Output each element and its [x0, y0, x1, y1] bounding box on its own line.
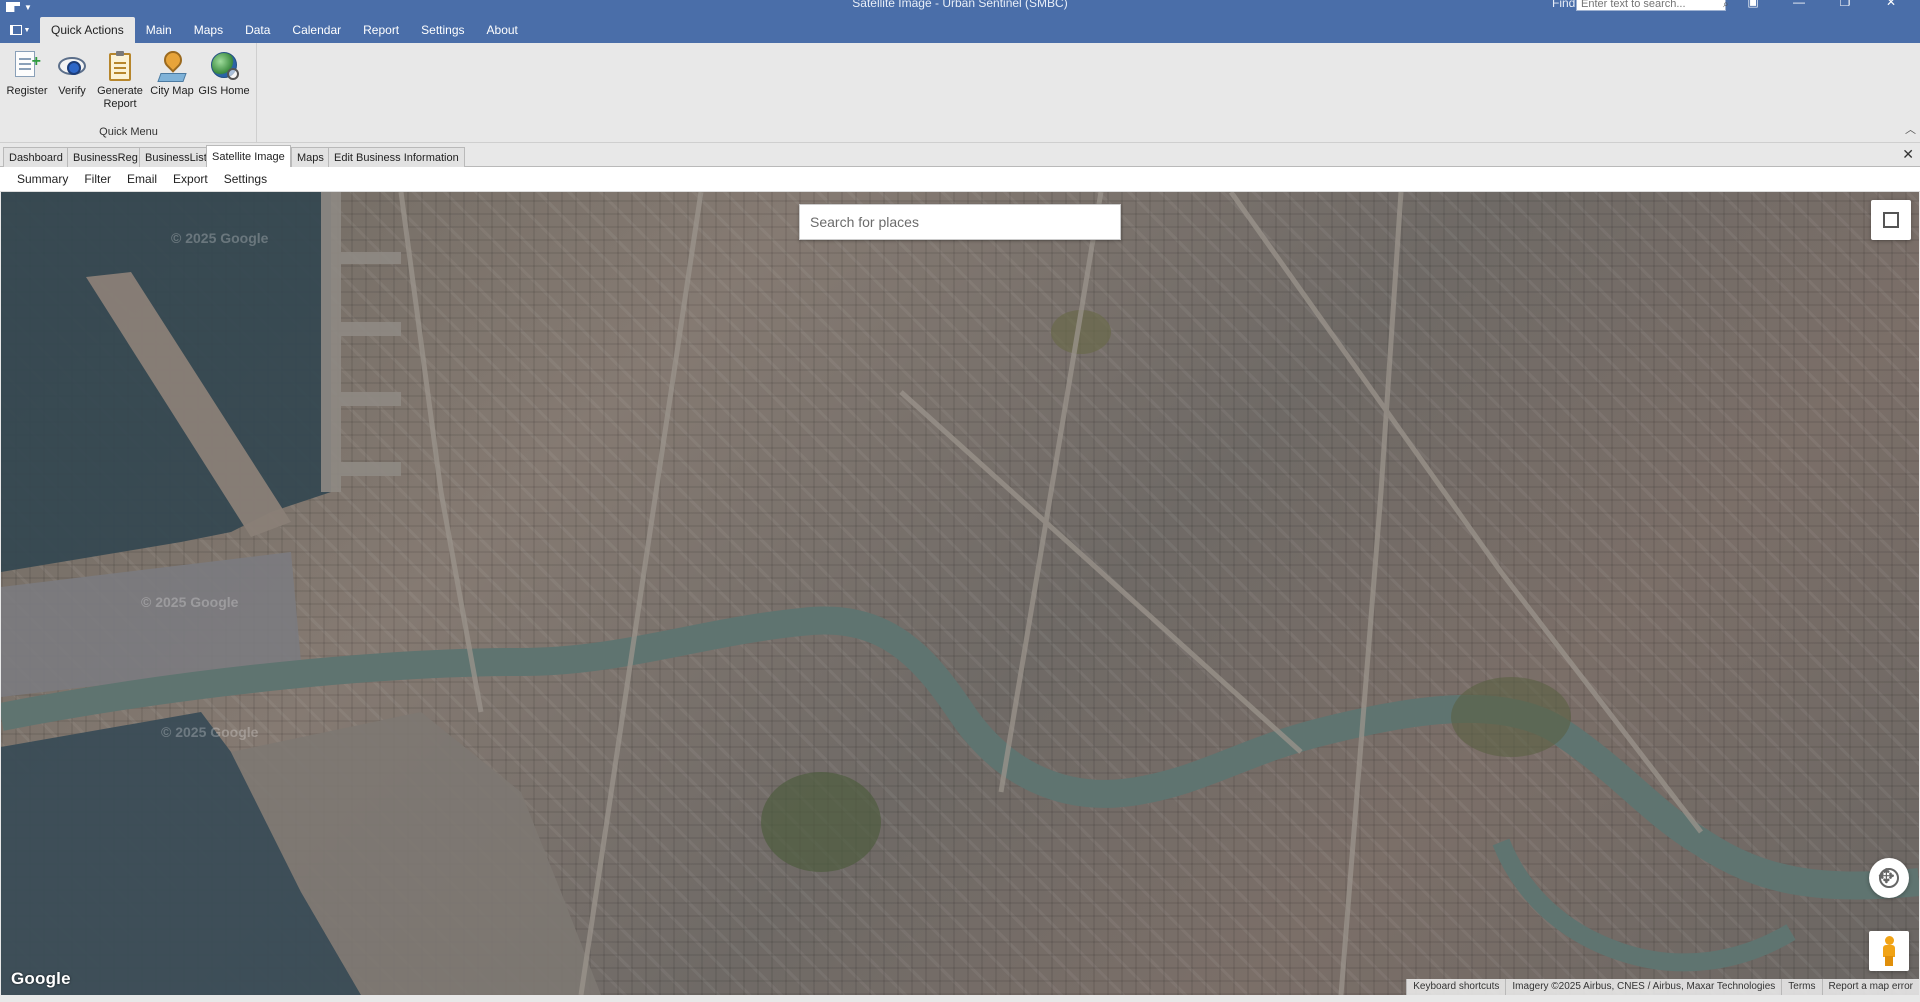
document-tabs: Dashboard BusinessReg BusinessList Satel… [0, 144, 1920, 168]
close-window-button[interactable]: ✕ [1868, 0, 1914, 10]
generate-report-button[interactable]: Generate Report [94, 49, 146, 111]
app-menu[interactable]: ▼ [6, 0, 42, 14]
quick-menu-group: + Register Verify Generate Report City M… [0, 43, 257, 143]
collapse-ribbon-icon[interactable]: ︿ [1905, 121, 1916, 137]
report-map-error-link[interactable]: Report a map error [1821, 979, 1919, 995]
settings-button[interactable]: Settings [216, 172, 275, 186]
quick-access-dropdown-icon[interactable]: ▼ [24, 3, 32, 12]
fullscreen-button[interactable] [1871, 200, 1911, 240]
google-logo: Google [11, 969, 71, 988]
verify-button[interactable]: Verify [54, 49, 90, 98]
imagery-attribution: Imagery ©2025 Airbus, CNES / Airbus, Max… [1505, 979, 1781, 995]
app-logo-icon [6, 2, 20, 12]
email-button[interactable]: Email [119, 172, 165, 186]
summary-button[interactable]: Summary [9, 172, 76, 186]
restore-button[interactable]: ❐ [1822, 0, 1868, 10]
generate-report-label: Generate Report [97, 85, 143, 110]
doc-tab-dashboard[interactable]: Dashboard [3, 147, 69, 167]
register-label: Register [6, 85, 48, 97]
map-watermark: © 2025 Google [161, 724, 259, 740]
filter-button[interactable]: Filter [76, 172, 119, 186]
city-map-label: City Map [150, 85, 194, 97]
doc-tab-satellite-image[interactable]: Satellite Image [206, 145, 291, 168]
sub-toolbar: Summary Filter Email Export Settings [0, 167, 1920, 192]
verify-label: Verify [58, 85, 86, 97]
gis-home-button[interactable]: GIS Home [198, 49, 250, 98]
tab-calendar[interactable]: Calendar [281, 17, 352, 43]
map-search-box[interactable] [799, 204, 1121, 240]
register-icon: + [11, 49, 43, 83]
terms-link[interactable]: Terms [1781, 979, 1821, 995]
tab-main[interactable]: Main [135, 17, 183, 43]
ribbon-display-button[interactable]: ▣ [1730, 0, 1776, 10]
fullscreen-icon [1883, 212, 1891, 220]
tab-data[interactable]: Data [234, 17, 281, 43]
close-tab-button[interactable]: ✕ [1902, 146, 1914, 163]
pegman-icon [1882, 936, 1896, 966]
register-button[interactable]: + Register [6, 49, 48, 98]
map-watermark: © 2025 Google [141, 594, 239, 610]
title-bar: ▼ Satellite Image - Urban Sentinel (SMBC… [0, 0, 1920, 43]
satellite-imagery [1, 192, 1919, 995]
doc-tab-edit-business-information[interactable]: Edit Business Information [328, 147, 465, 167]
eye-icon [56, 49, 88, 83]
export-button[interactable]: Export [165, 172, 216, 186]
minimize-button[interactable]: — [1776, 0, 1822, 10]
ribbon-body: + Register Verify Generate Report City M… [0, 43, 1920, 143]
doc-tab-businesslist[interactable]: BusinessList [139, 147, 213, 167]
keyboard-shortcuts-link[interactable]: Keyboard shortcuts [1406, 979, 1505, 995]
chevron-down-icon: ▼ [23, 26, 31, 34]
globe-icon [208, 49, 240, 83]
tab-settings[interactable]: Settings [410, 17, 475, 43]
menu-icon [9, 25, 22, 35]
tab-quick-actions[interactable]: Quick Actions [40, 17, 135, 43]
satellite-map[interactable]: © 2025 Google © 2025 Google © 2025 Googl… [1, 192, 1919, 995]
search-icon[interactable]: ⌕ [1723, 0, 1729, 10]
tab-about[interactable]: About [476, 17, 529, 43]
camera-control-icon [1878, 866, 1899, 888]
find-label: Find [1552, 0, 1576, 10]
gis-home-label: GIS Home [198, 85, 250, 97]
clipboard-icon [104, 49, 136, 83]
doc-tab-maps[interactable]: Maps [291, 147, 330, 167]
doc-tab-businessreg[interactable]: BusinessReg [67, 147, 144, 167]
street-view-pegman-button[interactable] [1869, 931, 1909, 971]
find-box[interactable]: ⌕ [1576, 0, 1729, 11]
city-map-button[interactable]: City Map [148, 47, 196, 98]
file-menu-button[interactable]: ▼ [0, 17, 40, 43]
camera-control-button[interactable] [1869, 858, 1909, 898]
group-label: Quick Menu [99, 126, 158, 138]
find-input[interactable] [1581, 0, 1723, 10]
map-attribution-bar: Keyboard shortcuts Imagery ©2025 Airbus,… [1406, 979, 1919, 995]
tab-report[interactable]: Report [352, 17, 410, 43]
ribbon-tabs: ▼ Quick Actions Main Maps Data Calendar … [0, 17, 529, 43]
map-search-input[interactable] [810, 214, 1110, 230]
map-watermark: © 2025 Google [171, 230, 269, 246]
tab-maps[interactable]: Maps [183, 17, 234, 43]
map-pin-icon [156, 47, 188, 83]
status-bar [0, 995, 1920, 1002]
